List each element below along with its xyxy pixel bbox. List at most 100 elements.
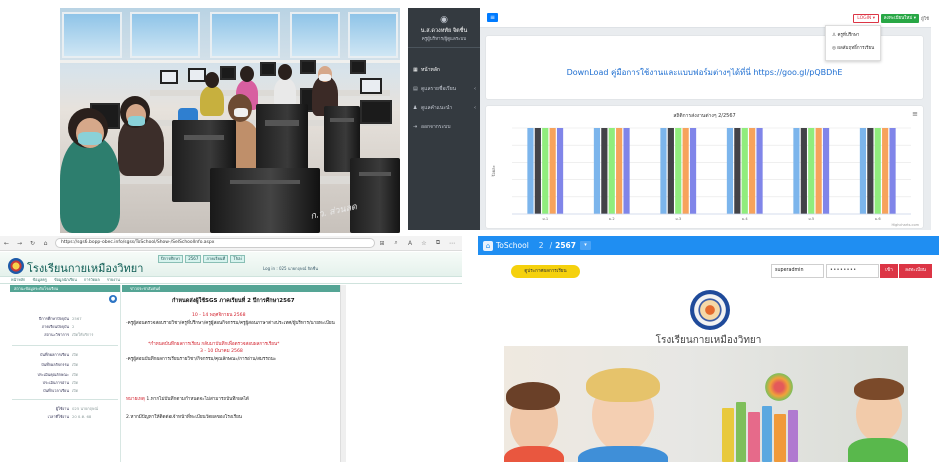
reload-icon[interactable]: ↻ <box>26 240 39 247</box>
bar <box>534 128 541 214</box>
monitor <box>220 66 236 80</box>
dropdown-item-advisor[interactable]: ♙ ครูที่ปรึกษา <box>832 31 880 44</box>
bar <box>793 128 800 214</box>
bar <box>874 128 881 214</box>
face-mask <box>78 132 102 145</box>
window <box>290 12 340 58</box>
forward-icon[interactable]: → <box>13 240 26 247</box>
bar <box>800 128 807 214</box>
home-icon[interactable]: ⌂ <box>39 240 52 247</box>
face-mask <box>234 108 248 117</box>
bar <box>859 128 867 214</box>
computer-tower <box>350 158 400 233</box>
favorite-icon[interactable]: ☆ <box>417 240 431 247</box>
search-icon[interactable]: ⌕ <box>389 239 403 247</box>
bar <box>756 128 763 214</box>
sidebar-item-advice[interactable]: ♟ ดูแลคำแนะนำ ‹ <box>408 98 480 117</box>
bar <box>616 128 623 214</box>
desk <box>150 90 390 96</box>
password-input[interactable]: •••••••• <box>826 264 879 278</box>
person-head <box>278 64 292 80</box>
login-button[interactable]: LOGIN ▾ <box>853 14 879 23</box>
notice-date: 3 - 10 มีนาคม 2568 <box>200 349 243 354</box>
status-row: ประเมินการอ่าน เปิด <box>42 380 79 385</box>
year-select[interactable]: 2567 <box>185 255 202 263</box>
book <box>774 414 786 462</box>
site-menu[interactable]: หน้าหลัก ข้อมูลครู ข้อมูลนักเรียน การวัด… <box>0 276 462 284</box>
sidebar-item-home[interactable]: ▦ หน้าหลัก <box>408 60 480 79</box>
book <box>762 406 772 462</box>
child-shirt <box>578 446 668 462</box>
language-select[interactable]: Thai <box>230 255 245 263</box>
x-tick-label: ม.6 <box>875 217 882 221</box>
chart-card: สถิติการส่งงานต่างๆ 2/2567 ≡ ร้อยละ ม.1 ม.… <box>486 106 923 228</box>
school-icon: ⌂ <box>483 240 493 251</box>
status-row: บันทึกผลกิจกรรม เปิด <box>41 362 79 367</box>
screenshot-collage: ก.ว. ส่วนลด ◉ น.ส.ดวงหทัย จิตชื่น ครูผู้… <box>0 0 939 462</box>
user-role: ครูผู้บริหาร/ผู้ดูแลระบบ <box>421 37 467 42</box>
decorative-tree <box>762 372 796 402</box>
face-mask <box>128 116 145 126</box>
bar <box>726 128 734 214</box>
read-aloud-icon[interactable]: A <box>403 240 417 247</box>
year-value: 2567 <box>555 241 576 250</box>
register-button[interactable]: ลงทะเบียน <box>899 264 932 278</box>
toschool-landing: ⌂ ToSchool 2 / 2567 ▾ ดูประกาศผลการเรียน… <box>478 236 939 462</box>
sidebar-item-logout[interactable]: ⇥ ออกจากระบบ <box>408 117 480 136</box>
bar <box>689 128 697 214</box>
bar <box>682 128 689 214</box>
address-bar[interactable]: https://sgs6.bopp-obec.info/sgss/ToSchoo… <box>55 238 375 248</box>
user-name: น.ส.ดวงหทัย จิตชื่น <box>420 28 468 34</box>
bar <box>556 128 564 214</box>
bar <box>660 128 667 214</box>
bar <box>808 128 815 214</box>
collections-icon[interactable]: ⧉ <box>431 239 445 247</box>
wall-rule <box>60 60 400 63</box>
notice-label: หมายเหตุ <box>126 397 145 402</box>
logout-icon: ⇥ <box>413 123 418 130</box>
view-results-button[interactable]: ดูประกาศผลการเรียน <box>511 265 580 278</box>
bar <box>675 128 682 214</box>
status-row: ปีการศึกษาปัจจุบัน 2567 <box>38 316 82 321</box>
computer-tower <box>210 168 320 233</box>
menu-toggle-button[interactable]: ≡ <box>487 13 498 22</box>
notice-text: หมายเหตุ 1.หากไม่บันทึกตามกำหนดจะไม่สามา… <box>126 397 249 402</box>
hero-banner <box>504 346 908 462</box>
book <box>736 402 746 462</box>
username-input[interactable]: superadmin <box>771 264 824 278</box>
bar <box>734 128 741 214</box>
bar <box>815 128 822 214</box>
zoom-icon[interactable]: ⊞ <box>375 240 389 247</box>
sidebar-item-students[interactable]: ▤ ดูแลรายชื่อเรียน ‹ <box>408 79 480 98</box>
dropdown-item-results[interactable]: ◎ ผลสัมฤทธิ์การเรียน <box>832 44 880 57</box>
separator: / <box>549 241 553 250</box>
term-value: 2 <box>538 241 544 250</box>
back-icon[interactable]: ← <box>0 240 13 247</box>
login-button[interactable]: เข้า <box>880 264 898 278</box>
status-row: ผู้ใช้งาน 025 นายกฤษณ์ <box>55 406 99 411</box>
term-dropdown-icon[interactable]: ▾ <box>579 241 591 250</box>
bar <box>527 128 534 214</box>
scrollbar[interactable] <box>340 285 346 462</box>
x-tick-label: ม.3 <box>675 217 681 221</box>
download-link[interactable]: DownLoad คู่มือการใช้งานและแบบฟอร์มต่างๆ… <box>567 68 843 77</box>
x-tick-label: ม.1 <box>542 217 548 221</box>
site-title: โรงเรียนกายเหมืองวิทยา <box>27 262 144 275</box>
bar <box>542 128 549 214</box>
notice-title: กำหนดส่งผู้ใช้SGS ภาคเรียนที่ 2 ปีการศึก… <box>172 298 295 304</box>
status-row: ภาคเรียนปัจจุบัน 2 <box>41 324 75 329</box>
monitor <box>188 68 206 82</box>
person-head <box>205 72 219 88</box>
monitor <box>360 78 382 94</box>
book <box>788 410 798 462</box>
register-button[interactable]: ลงทะเบียนใหม่ ▾ <box>880 14 919 23</box>
person <box>200 86 224 116</box>
child-hair <box>586 368 660 402</box>
bar <box>889 128 896 214</box>
divider <box>12 345 118 346</box>
more-icon[interactable]: ⋯ <box>445 240 459 247</box>
book <box>748 412 760 462</box>
book-icon: ▤ <box>413 85 418 92</box>
window <box>348 12 398 58</box>
register-dropdown: ♙ ครูที่ปรึกษา ◎ ผลสัมฤทธิ์การเรียน <box>825 25 881 61</box>
